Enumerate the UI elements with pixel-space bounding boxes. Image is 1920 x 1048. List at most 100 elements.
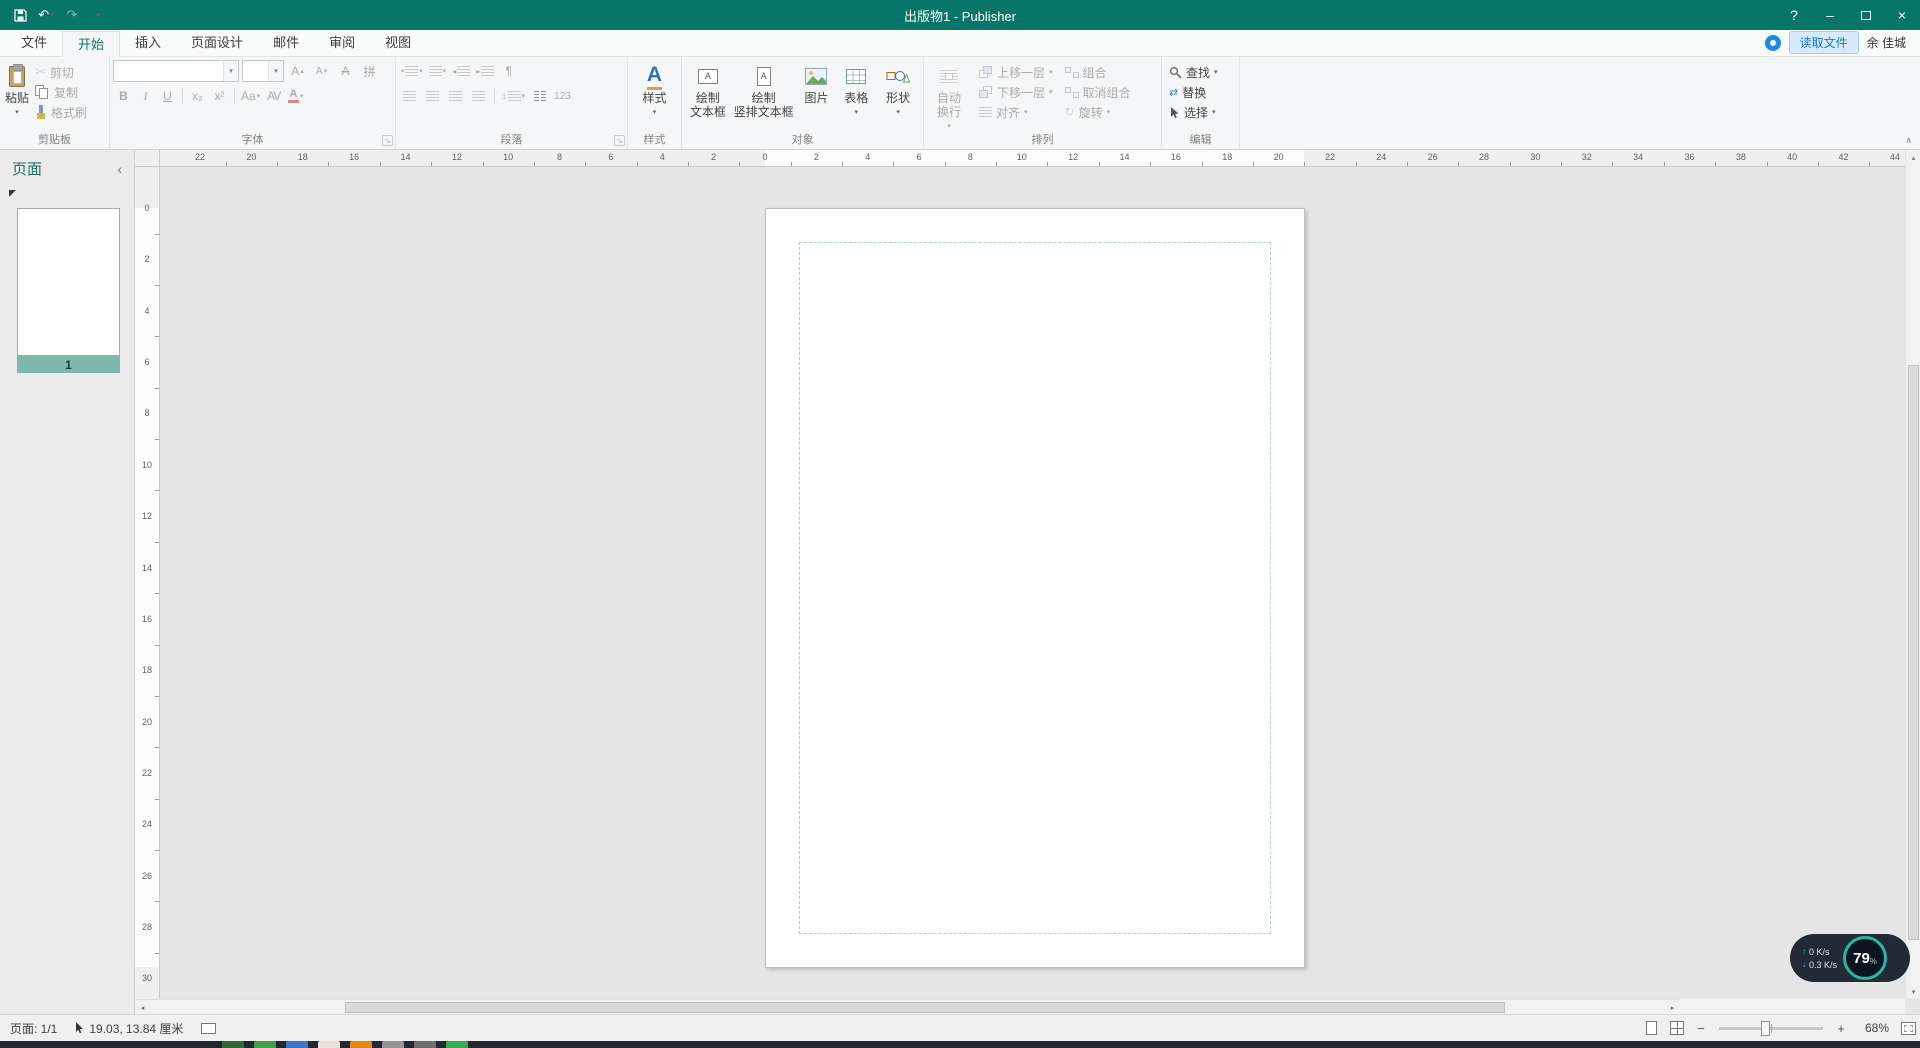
scroll-down-button[interactable]: ▾ bbox=[1906, 984, 1920, 999]
paste-dropdown-arrow[interactable]: ▾ bbox=[15, 106, 19, 120]
picture-button[interactable]: 图片 bbox=[797, 60, 837, 134]
find-button[interactable]: 查找 ▾ bbox=[1165, 62, 1236, 82]
user-name[interactable]: 余 佳城 bbox=[1867, 34, 1906, 51]
tab-file[interactable]: 文件 bbox=[6, 30, 62, 56]
font-name-dropdown-arrow[interactable]: ▾ bbox=[223, 61, 238, 81]
object-size-indicator[interactable] bbox=[201, 1022, 217, 1034]
vertical-scrollbar[interactable]: ▴ ▾ bbox=[1905, 150, 1920, 999]
numbering-button[interactable]: ▾ bbox=[427, 60, 449, 82]
page-thumbnail[interactable] bbox=[17, 208, 120, 356]
subscript-button[interactable]: x₂ bbox=[187, 85, 208, 107]
read-file-button[interactable]: 读取文件 bbox=[1788, 31, 1859, 54]
page-thumbnail-number[interactable]: 1 bbox=[17, 356, 120, 373]
taskbar-app-icon[interactable] bbox=[222, 1041, 244, 1048]
vertical-scrollbar-thumb[interactable] bbox=[1908, 365, 1919, 940]
paragraph-marks-button[interactable]: ¶ bbox=[498, 60, 519, 82]
align-left-button[interactable] bbox=[399, 85, 420, 107]
zoom-slider-thumb[interactable] bbox=[1761, 1020, 1770, 1036]
windows-taskbar[interactable] bbox=[0, 1041, 1920, 1048]
collapse-pages-panel-button[interactable]: ‹ bbox=[117, 161, 122, 177]
underline-button[interactable]: U bbox=[157, 85, 178, 107]
tab-page-design[interactable]: 页面设计 bbox=[176, 30, 258, 56]
italic-button[interactable]: I bbox=[135, 85, 156, 107]
select-button[interactable]: 选择 ▾ bbox=[1165, 102, 1236, 122]
bring-forward-button[interactable]: 上移一层 ▾ bbox=[975, 62, 1057, 82]
wrap-text-button[interactable]: 自动 换行 ▾ bbox=[927, 60, 971, 134]
bullets-button[interactable]: • ▾ bbox=[399, 60, 425, 82]
collapse-ribbon-button[interactable]: ∧ bbox=[1905, 135, 1912, 146]
table-button[interactable]: 表格 ▾ bbox=[836, 60, 876, 134]
align-button[interactable]: 对齐 ▾ bbox=[975, 102, 1057, 122]
cut-button[interactable]: ✂ 剪切 bbox=[31, 62, 91, 82]
scroll-left-button[interactable]: ◂ bbox=[135, 1000, 150, 1015]
format-painter-button[interactable]: 格式刷 bbox=[31, 102, 91, 122]
taskbar-app-icon[interactable] bbox=[350, 1041, 372, 1048]
single-page-view-button[interactable] bbox=[1641, 1019, 1661, 1037]
taskbar-app-icon[interactable] bbox=[382, 1041, 404, 1048]
performance-gauge[interactable]: 79% bbox=[1843, 936, 1888, 980]
scroll-right-button[interactable]: ▸ bbox=[1665, 1000, 1680, 1015]
help-button[interactable]: ? bbox=[1776, 0, 1812, 30]
phonetic-guide-button[interactable]: 拼 bbox=[359, 60, 380, 82]
numbering-styles-button[interactable]: 123 bbox=[552, 85, 573, 107]
superscript-button[interactable]: x² bbox=[209, 85, 230, 107]
clear-formatting-button[interactable]: A bbox=[335, 60, 356, 82]
change-case-button[interactable]: Aa ▾ bbox=[239, 85, 262, 107]
horizontal-scrollbar-thumb[interactable] bbox=[345, 1002, 1505, 1013]
save-button[interactable] bbox=[8, 3, 32, 27]
justify-button[interactable] bbox=[468, 85, 489, 107]
draw-vertical-text-box-button[interactable]: A 绘制 竖排文本框 bbox=[731, 60, 797, 134]
zoom-out-button[interactable]: − bbox=[1693, 1020, 1709, 1036]
font-name-select[interactable]: ▾ bbox=[113, 60, 239, 82]
align-right-button[interactable] bbox=[445, 85, 466, 107]
minimize-button[interactable]: – bbox=[1812, 0, 1848, 30]
ungroup-button[interactable]: 取消组合 bbox=[1061, 82, 1135, 102]
network-monitor-overlay[interactable]: ↑ 0 K/s ↓ 0.3 K/s 79% bbox=[1790, 934, 1910, 982]
maximize-button[interactable] bbox=[1848, 0, 1884, 30]
grow-font-button[interactable]: A ▴ bbox=[287, 60, 308, 82]
font-size-dropdown-arrow[interactable]: ▾ bbox=[268, 61, 283, 81]
character-spacing-button[interactable]: AV bbox=[263, 85, 284, 107]
vertical-ruler[interactable]: 0 2 4 6 8 10 12 14 16 18 20 22 24 26 28 30 bbox=[135, 167, 160, 999]
draw-text-box-button[interactable]: A 绘制 文本框 bbox=[685, 60, 731, 134]
decrease-indent-button[interactable]: ◂ bbox=[450, 60, 472, 82]
styles-button[interactable]: A 样式 ▾ bbox=[631, 60, 678, 134]
undo-button[interactable]: ↶ ▾ bbox=[34, 3, 58, 27]
taskbar-app-icon[interactable] bbox=[318, 1041, 340, 1048]
align-center-button[interactable] bbox=[422, 85, 443, 107]
taskbar-app-icon[interactable] bbox=[286, 1041, 308, 1048]
line-spacing-button[interactable]: ↕ ▾ bbox=[500, 85, 527, 107]
zoom-in-button[interactable]: + bbox=[1833, 1020, 1849, 1036]
replace-button[interactable]: ⇄ 替换 bbox=[1165, 82, 1236, 102]
paste-button[interactable]: 粘贴 ▾ bbox=[3, 60, 31, 134]
columns-button[interactable] bbox=[529, 85, 550, 107]
zoom-slider[interactable] bbox=[1719, 1020, 1823, 1036]
rotate-button[interactable]: ↻ 旋转 ▾ bbox=[1061, 102, 1135, 122]
taskbar-app-icon[interactable] bbox=[414, 1041, 436, 1048]
customize-quick-access-button[interactable]: ▾ bbox=[86, 3, 110, 27]
font-dialog-launcher[interactable]: ↘ bbox=[382, 135, 393, 146]
panel-corner-handle[interactable] bbox=[9, 190, 16, 197]
horizontal-scrollbar[interactable]: ◂ ▸ bbox=[135, 999, 1680, 1014]
shrink-font-button[interactable]: A ▾ bbox=[311, 60, 332, 82]
copy-button[interactable]: 复制 bbox=[31, 82, 91, 102]
tab-mailings[interactable]: 邮件 bbox=[258, 30, 314, 56]
taskbar-app-icon[interactable] bbox=[254, 1041, 276, 1048]
paragraph-dialog-launcher[interactable]: ↘ bbox=[614, 135, 625, 146]
font-color-button[interactable]: A ▾ bbox=[285, 85, 306, 107]
workspace-canvas[interactable] bbox=[160, 167, 1905, 999]
publication-page[interactable] bbox=[765, 208, 1305, 968]
page-sorter-view-button[interactable] bbox=[1667, 1019, 1687, 1037]
scroll-up-button[interactable]: ▴ bbox=[1906, 150, 1920, 165]
group-button[interactable]: 组合 bbox=[1061, 62, 1135, 82]
taskbar-app-icon[interactable] bbox=[446, 1041, 468, 1048]
tab-review[interactable]: 审阅 bbox=[314, 30, 370, 56]
increase-indent-button[interactable]: ▸ bbox=[474, 60, 496, 82]
tab-view[interactable]: 视图 bbox=[370, 30, 426, 56]
page-indicator[interactable]: 页面: 1/1 bbox=[10, 1020, 57, 1037]
tab-insert[interactable]: 插入 bbox=[120, 30, 176, 56]
send-backward-button[interactable]: 下移一层 ▾ bbox=[975, 82, 1057, 102]
horizontal-ruler[interactable]: 22 20 18 16 14 12 10 8 6 4 2 0 2 4 6 8 10 12 14 16 18 20 22 24 2… bbox=[160, 150, 1905, 167]
bold-button[interactable]: B bbox=[113, 85, 134, 107]
close-button[interactable]: × bbox=[1884, 0, 1920, 30]
